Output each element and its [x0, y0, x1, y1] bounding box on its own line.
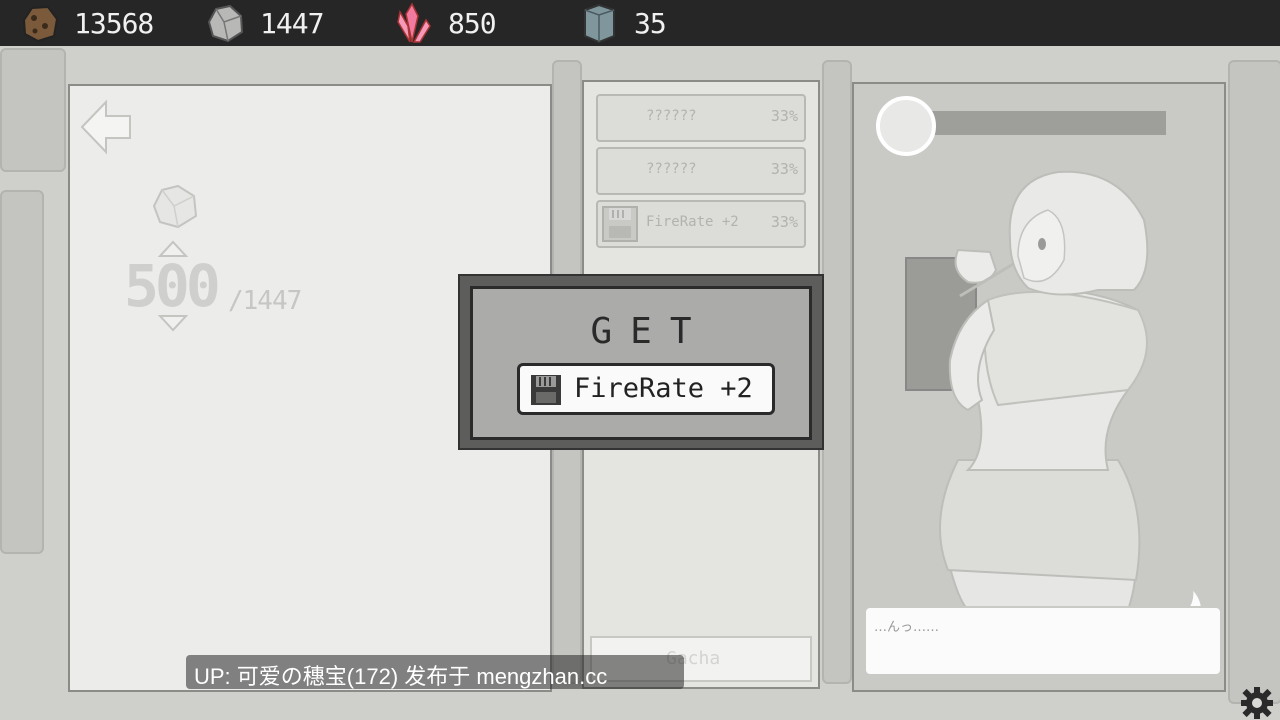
dialogue-text: …んっ……: [874, 620, 940, 635]
gacha-item-name: ??????: [646, 108, 697, 124]
resource-bar: 13568 1447 850 35: [0, 0, 1280, 46]
reward-label: FireRate +2: [574, 373, 753, 404]
resource-value: 1447: [260, 6, 324, 40]
gray-ore-icon: [152, 184, 198, 229]
watermark-text: UP: 可爱の穗宝(172) 发布于 mengzhan.cc: [194, 664, 608, 689]
resource-gray-ore: 1447: [204, 0, 324, 46]
resource-value: 35: [634, 6, 667, 40]
gacha-item-chance: 33%: [770, 160, 798, 178]
reward-box: FireRate +2: [517, 363, 775, 415]
resource-block: 35: [578, 0, 667, 46]
bg-block: [822, 60, 852, 684]
resource-crystal: 850: [392, 0, 497, 46]
pink-crystal-icon: [397, 2, 431, 43]
resource-value: 13568: [74, 6, 154, 40]
back-arrow-icon[interactable]: [78, 98, 134, 156]
brown-ore-icon: [22, 5, 59, 43]
resource-value: 850: [448, 6, 497, 40]
gacha-list-item[interactable]: ?????? 33%: [596, 94, 806, 142]
gacha-list-item[interactable]: FireRate +2 33%: [596, 200, 806, 248]
affection-bar-knob: [876, 96, 936, 156]
character-illustration: [905, 170, 1149, 610]
gear-icon[interactable]: [1240, 686, 1274, 720]
gacha-item-name: FireRate +2: [646, 214, 739, 230]
modal-title: GET: [590, 311, 710, 352]
affection-bar: [912, 111, 1166, 135]
blue-block-icon: [584, 3, 615, 44]
gacha-item-name: ??????: [646, 161, 697, 177]
exchange-max: /1447: [228, 286, 302, 316]
gacha-item-chance: 33%: [770, 213, 798, 231]
bg-block: [0, 48, 66, 172]
modal-inner: GET FireRate +2: [470, 286, 812, 440]
decrease-arrow-icon[interactable]: [158, 314, 188, 332]
exchange-amount: 500: [124, 252, 221, 320]
get-reward-modal[interactable]: GET FireRate +2: [458, 274, 824, 450]
dialogue-bubble: …んっ……: [864, 606, 1222, 676]
bg-block: [1228, 60, 1280, 704]
gacha-item-chance: 33%: [770, 107, 798, 125]
bg-block: [0, 190, 44, 554]
gacha-list-item[interactable]: ?????? 33%: [596, 147, 806, 195]
gray-ore-icon: [207, 4, 244, 43]
floppy-disk-icon: [602, 206, 638, 242]
watermark: UP: 可爱の穗宝(172) 发布于 mengzhan.cc: [186, 655, 684, 689]
resource-brown-ore: 13568: [18, 0, 154, 46]
floppy-disk-icon: [531, 375, 561, 405]
